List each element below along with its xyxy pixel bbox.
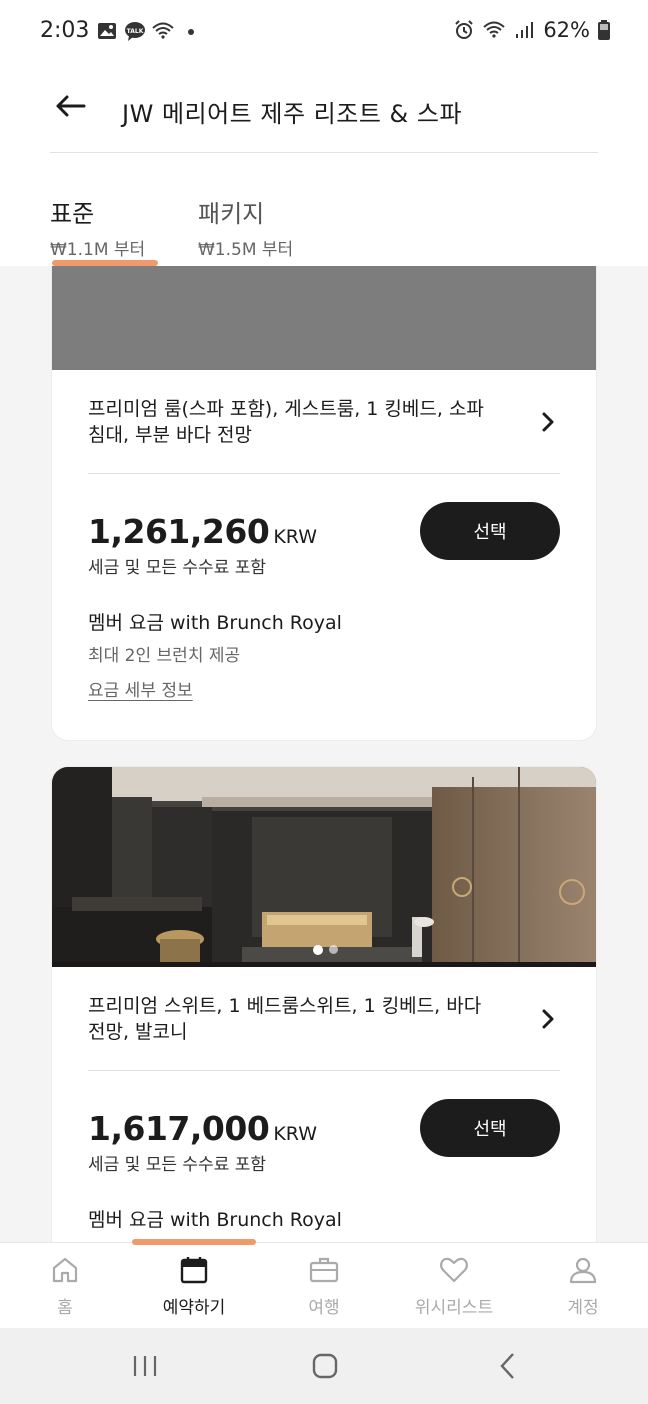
price-note: 세금 및 모든 수수료 포함	[88, 558, 267, 578]
nav-label: 위시리스트	[414, 1298, 494, 1318]
room-title-row[interactable]: 프리미엄 룸(스파 포함), 게스트룸, 1 킹베드, 소파 침대, 부분 바다…	[88, 396, 560, 448]
tab-price: ₩1.1M 부터	[50, 240, 146, 260]
status-time: 2:03	[40, 18, 90, 43]
page-header: JW 메리어트 제주 리조트 & 스파 표준 ₩1.1M 부터 패키지 ₩1.5…	[0, 64, 648, 266]
chevron-right-icon	[542, 1009, 554, 1029]
nav-trips[interactable]: 여행	[259, 1243, 389, 1329]
tab-label: 표준	[50, 200, 95, 228]
room-title-row[interactable]: 프리미엄 스위트, 1 베드룸스위트, 1 킹베드, 바다 전망, 발코니	[88, 993, 560, 1045]
svg-text:TALK: TALK	[127, 28, 144, 35]
status-bar: 2:03 TALK 62%	[0, 0, 648, 64]
suite-bathroom-image	[52, 767, 596, 967]
room-title: 프리미엄 룸(스파 포함), 게스트룸, 1 킹베드, 소파 침대, 부분 바다…	[88, 398, 484, 446]
tab-price: ₩1.5M 부터	[198, 240, 294, 260]
heart-icon	[440, 1257, 468, 1283]
back-button[interactable]	[48, 86, 92, 126]
price-amount: 1,617,000	[88, 1109, 270, 1148]
nav-label: 예약하기	[162, 1298, 226, 1318]
divider	[50, 152, 598, 153]
battery-icon	[598, 20, 610, 40]
system-navigation-bar	[0, 1328, 648, 1404]
person-icon	[569, 1257, 597, 1284]
talk-icon: TALK	[125, 22, 145, 41]
battery-percent: 62%	[543, 18, 590, 42]
rate-name: 멤버 요금 with Brunch Royal	[88, 1209, 342, 1231]
room-card: 프리미엄 룸(스파 포함), 게스트룸, 1 킹베드, 소파 침대, 부분 바다…	[52, 266, 596, 740]
room-card: 프리미엄 스위트, 1 베드룸스위트, 1 킹베드, 바다 전망, 발코니 1,…	[52, 767, 596, 1242]
home-button-icon	[312, 1353, 338, 1379]
chevron-right-icon	[542, 412, 554, 432]
recents-icon	[133, 1356, 157, 1376]
home-button[interactable]	[305, 1350, 345, 1382]
suitcase-icon	[309, 1257, 339, 1283]
tab-package[interactable]: 패키지 ₩1.5M 부터	[198, 194, 293, 260]
nav-label: 홈	[57, 1298, 73, 1318]
dot-icon	[188, 29, 194, 35]
select-button[interactable]: 선택	[420, 502, 560, 560]
nav-label: 여행	[308, 1298, 340, 1318]
tab-label: 패키지	[198, 200, 265, 228]
room-image-carousel[interactable]	[52, 767, 596, 967]
rate-description: 최대 2인 브런치 제공	[88, 646, 241, 666]
wifi-question-icon	[152, 22, 174, 39]
price-block: 1,617,000 KRW 세금 및 모든 수수료 포함	[88, 1109, 317, 1175]
alarm-icon	[455, 20, 474, 39]
price-currency: KRW	[273, 526, 317, 548]
rate-name: 멤버 요금 with Brunch Royal	[88, 612, 342, 634]
room-image[interactable]	[52, 266, 596, 370]
rate-details-link[interactable]: 요금 세부 정보	[88, 676, 193, 701]
price-currency: KRW	[273, 1123, 317, 1145]
status-left-icons: TALK	[96, 20, 202, 42]
nav-label: 계정	[567, 1298, 599, 1318]
price-amount: 1,261,260	[88, 512, 270, 551]
signal-icon	[516, 22, 534, 38]
room-list[interactable]: 프리미엄 룸(스파 포함), 게스트룸, 1 킹베드, 소파 침대, 부분 바다…	[0, 266, 648, 1242]
nav-wishlist[interactable]: 위시리스트	[389, 1243, 519, 1329]
divider	[88, 1070, 560, 1071]
bottom-navigation: 홈 예약하기 여행 위시리스트 계정	[0, 1239, 648, 1329]
page-title: JW 메리어트 제주 리조트 & 스파	[122, 100, 463, 128]
home-icon	[52, 1257, 78, 1283]
system-back-button[interactable]	[488, 1350, 528, 1382]
status-right: 62%	[453, 18, 610, 42]
price-block: 1,261,260 KRW 세금 및 모든 수수료 포함	[88, 512, 317, 578]
nav-home[interactable]: 홈	[0, 1243, 130, 1329]
tab-standard[interactable]: 표준 ₩1.1M 부터	[50, 194, 145, 260]
carousel-dot[interactable]	[313, 945, 323, 955]
carousel-dots[interactable]	[313, 945, 338, 955]
arrow-left-icon	[56, 95, 86, 117]
carousel-dot[interactable]	[329, 945, 338, 954]
back-icon	[500, 1353, 514, 1379]
divider	[88, 473, 560, 474]
wifi-icon	[483, 21, 505, 38]
nav-account[interactable]: 계정	[518, 1243, 648, 1329]
price-note: 세금 및 모든 수수료 포함	[88, 1155, 267, 1175]
calendar-icon	[180, 1257, 208, 1284]
select-button[interactable]: 선택	[420, 1099, 560, 1157]
nav-booking[interactable]: 예약하기	[129, 1243, 259, 1329]
gallery-icon	[98, 23, 116, 39]
recents-button[interactable]	[125, 1350, 165, 1382]
room-title: 프리미엄 스위트, 1 베드룸스위트, 1 킹베드, 바다 전망, 발코니	[88, 995, 482, 1043]
